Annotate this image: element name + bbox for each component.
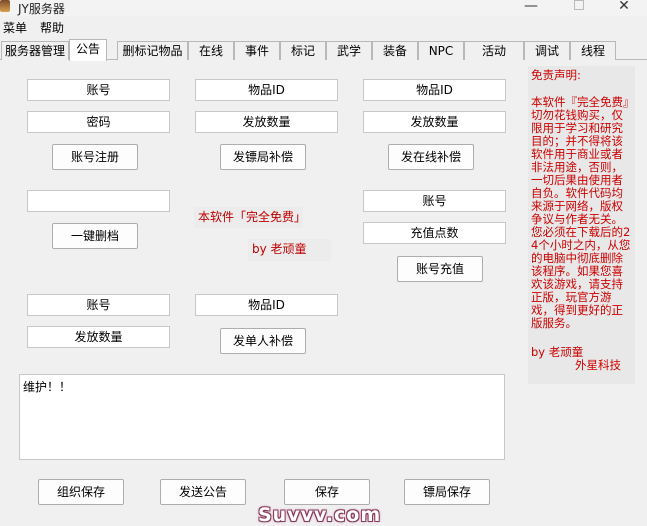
menu-bar: 菜单 帮助 [0, 17, 647, 37]
tab-online[interactable]: 在线 [188, 41, 234, 60]
tab-martial-arts[interactable]: 武学 [326, 41, 372, 60]
quantity-input-2[interactable]: 发放数量 [195, 111, 338, 133]
author-label: by 老顽童 [248, 239, 331, 261]
quantity-input[interactable]: 发放数量 [27, 326, 170, 348]
menu-item-help[interactable]: 帮助 [40, 19, 64, 36]
tab-bar: 服务器管理 公告 删标记物品 在线 事件 标记 武学 装备 NPC 活动 调试 … [0, 38, 647, 61]
free-software-label: 本软件「完全免费」 [194, 207, 306, 228]
disclaimer-company: 外星科技 [575, 358, 621, 372]
maximize-icon [574, 0, 584, 10]
account-input-2[interactable]: 账号 [27, 294, 170, 316]
one-click-delete-button[interactable]: 一键删档 [52, 223, 138, 249]
title-bar: JY服务器 — ✕ [0, 0, 647, 16]
recharge-points-input[interactable]: 充值点数 [363, 222, 506, 244]
tab-notice[interactable]: 公告 [69, 39, 107, 61]
tab-server-manage[interactable]: 服务器管理 [1, 41, 69, 60]
register-account-button[interactable]: 账号注册 [52, 144, 138, 170]
window-title: JY服务器 [18, 2, 65, 16]
item-id-input-3[interactable]: 物品ID [363, 79, 506, 101]
tab-equipment[interactable]: 装备 [372, 41, 418, 60]
escort-compensate-button[interactable]: 发镖局补偿 [220, 144, 306, 170]
blank-input[interactable] [27, 190, 170, 212]
tab-events[interactable]: 事件 [234, 41, 280, 60]
close-button[interactable]: ✕ [601, 0, 647, 16]
save-button[interactable]: 保存 [284, 479, 370, 505]
watermark-logo: Suvvv.com [258, 504, 382, 526]
tab-marks[interactable]: 标记 [280, 41, 326, 60]
tab-npc[interactable]: NPC [418, 41, 464, 60]
guild-save-button[interactable]: 组织保存 [38, 479, 124, 505]
password-input[interactable]: 密码 [27, 111, 170, 133]
app-icon [0, 0, 10, 12]
notice-textarea[interactable]: 维护！！ [19, 374, 505, 460]
account-recharge-button[interactable]: 账号充值 [397, 256, 483, 282]
menu-item-menu[interactable]: 菜单 [3, 19, 27, 36]
tab-activity[interactable]: 活动 [464, 41, 524, 60]
item-id-input-2[interactable]: 物品ID [195, 294, 338, 316]
send-notice-button[interactable]: 发送公告 [160, 479, 246, 505]
tab-threads[interactable]: 线程 [570, 41, 616, 60]
single-compensate-button[interactable]: 发单人补偿 [220, 328, 306, 354]
quantity-input-3[interactable]: 发放数量 [363, 111, 506, 133]
item-id-input[interactable]: 物品ID [195, 79, 338, 101]
minimize-button[interactable]: — [508, 0, 554, 16]
online-compensate-button[interactable]: 发在线补偿 [388, 144, 474, 170]
tab-delete-marked-items[interactable]: 删标记物品 [117, 41, 188, 60]
account-input-3[interactable]: 账号 [363, 190, 506, 212]
escort-save-button[interactable]: 镖局保存 [404, 479, 490, 505]
tab-debug[interactable]: 调试 [524, 41, 570, 60]
disclaimer-title: 免责声明: [531, 68, 581, 82]
maximize-button[interactable] [556, 0, 602, 16]
disclaimer-panel: 免责声明: 本软件『完全免费』切勿花钱购买，仅限用于学习和研究目的；并不得将该软… [528, 66, 635, 384]
notice-text: 维护！！ [23, 380, 72, 394]
account-input[interactable]: 账号 [27, 79, 170, 101]
disclaimer-body: 本软件『完全免费』切勿花钱购买，仅限用于学习和研究目的；并不得将该软件用于商业或… [531, 95, 631, 330]
